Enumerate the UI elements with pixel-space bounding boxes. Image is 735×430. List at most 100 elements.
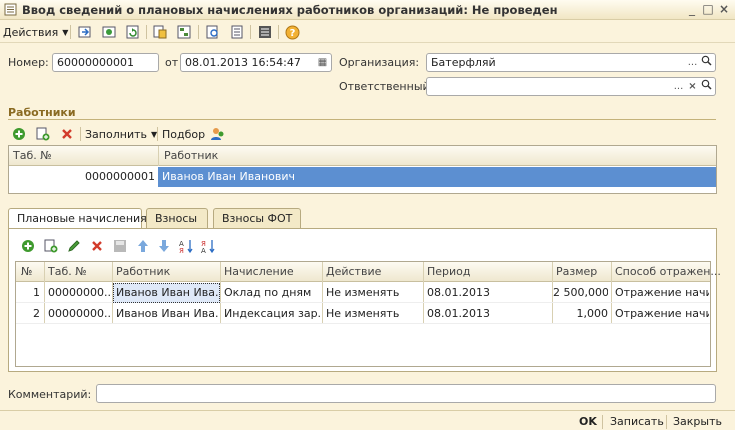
window-title: Ввод сведений о плановых начислениях раб…	[22, 3, 558, 17]
employee-name-cell: Иванов Иван Иванович	[162, 170, 295, 183]
column-header-tab-number[interactable]: Таб. №	[13, 149, 52, 162]
copy-row-button[interactable]	[34, 125, 52, 143]
amount-cell: 2 500,000	[553, 286, 608, 299]
post-icon	[102, 26, 116, 38]
pencil-icon	[68, 240, 80, 252]
sort-descending-button[interactable]: ЯA	[199, 237, 217, 255]
close-button[interactable]: Закрыть	[673, 415, 722, 428]
add-icon	[22, 240, 34, 252]
comment-label: Комментарий:	[8, 388, 92, 401]
amount-cell: 1,000	[576, 307, 609, 320]
actions-menu-label: Действия	[3, 25, 59, 39]
number-field[interactable]: 60000000001	[52, 53, 159, 72]
column-header-action[interactable]: Действие	[326, 265, 381, 278]
date-label: от	[165, 56, 179, 69]
select-ellipsis-button[interactable]: ...	[686, 55, 699, 70]
comment-field[interactable]	[96, 384, 716, 403]
tab-planned-accruals[interactable]: Плановые начисления	[8, 208, 147, 229]
actions-menu-button[interactable]: Действия ▼	[3, 23, 68, 41]
move-up-button[interactable]	[134, 237, 152, 255]
copy-document-icon	[153, 25, 167, 39]
structure-icon	[177, 25, 191, 39]
delete-row-button[interactable]	[58, 125, 76, 143]
help-button[interactable]: ?	[283, 23, 301, 41]
accrual-cell: Оклад по дням	[224, 286, 312, 299]
tab-number-cell: 00000000...	[48, 286, 110, 299]
column-header-row-number[interactable]: №	[21, 265, 32, 278]
planned-accruals-panel: AЯ ЯA № Таб. № Работник Начисление Дейст…	[8, 228, 721, 372]
structure-button[interactable]	[175, 23, 193, 41]
post-and-close-button[interactable]	[76, 23, 94, 41]
search-icon[interactable]	[700, 55, 713, 70]
document-window: Ввод сведений о плановых начислениях раб…	[0, 0, 735, 430]
table-row[interactable]: 2 00000000... Иванов Иван Ива... Индекса…	[16, 304, 710, 324]
employee-tab-number-cell: 0000000001	[85, 170, 155, 183]
responsible-field[interactable]: ... ×	[426, 77, 716, 96]
move-down-button[interactable]	[155, 237, 173, 255]
add-row-button[interactable]	[10, 125, 28, 143]
column-divider	[158, 146, 159, 166]
organization-field[interactable]: Батерфляй ...	[426, 53, 716, 72]
period-cell: 08.01.2013	[427, 307, 490, 320]
close-window-button[interactable]: ×	[716, 2, 732, 18]
maximize-button[interactable]: □	[700, 2, 716, 18]
sort-ascending-icon: AЯ	[179, 240, 193, 254]
column-header-employee[interactable]: Работник	[164, 149, 218, 162]
search-icon[interactable]	[700, 79, 713, 94]
preview-button[interactable]	[204, 23, 222, 41]
period-cell: 08.01.2013	[427, 286, 490, 299]
column-header-tab-number[interactable]: Таб. №	[48, 265, 87, 278]
copy-row-button[interactable]	[42, 237, 60, 255]
tab-payroll-contributions[interactable]: Взносы ФОТ	[213, 208, 301, 228]
reflection-method-cell: Отражение начи...	[615, 286, 709, 299]
column-header-amount[interactable]: Размер	[556, 265, 597, 278]
minimize-button[interactable]: _	[684, 2, 700, 18]
sort-ascending-button[interactable]: AЯ	[177, 237, 195, 255]
main-toolbar: Действия ▼ ?	[0, 21, 735, 43]
pick-employees-button[interactable]	[208, 125, 226, 143]
accruals-table: № Таб. № Работник Начисление Действие Пе…	[15, 261, 721, 367]
post-and-close-icon	[78, 26, 91, 38]
svg-text:Я: Я	[179, 247, 184, 254]
select-ellipsis-button[interactable]: ...	[672, 79, 685, 94]
employee-cell: Иванов Иван Ива...	[116, 307, 219, 320]
column-header-accrual[interactable]: Начисление	[224, 265, 294, 278]
column-header-period[interactable]: Период	[427, 265, 471, 278]
row-number-cell: 2	[33, 307, 40, 320]
arrow-up-icon	[138, 240, 148, 252]
add-icon	[13, 128, 25, 140]
date-field[interactable]: 08.01.2013 16:54:47 ▦	[180, 53, 332, 72]
save-button[interactable]: Записать	[610, 415, 664, 428]
toolbar-separator	[157, 127, 158, 141]
clear-icon[interactable]: ×	[686, 79, 699, 94]
column-header-employee[interactable]: Работник	[116, 265, 170, 278]
copy-button[interactable]	[151, 23, 169, 41]
footer-bar: OK Записать Закрыть	[0, 410, 735, 430]
fill-menu-button[interactable]: Заполнить ▼	[85, 125, 157, 143]
arrow-down-icon	[159, 240, 169, 252]
employees-toolbar: Заполнить ▼ Подбор	[8, 123, 308, 143]
post-button[interactable]	[100, 23, 118, 41]
delete-row-button[interactable]	[88, 237, 106, 255]
pick-button[interactable]: Подбор	[162, 125, 205, 143]
list-icon	[259, 26, 271, 38]
list-settings-button[interactable]	[256, 23, 274, 41]
tab-contributions[interactable]: Взносы	[146, 208, 208, 228]
edit-row-button[interactable]	[65, 237, 83, 255]
calendar-icon[interactable]: ▦	[316, 55, 329, 70]
table-row[interactable]: 0000000001 Иванов Иван Иванович	[9, 167, 716, 187]
print-button[interactable]	[228, 23, 246, 41]
refresh-button[interactable]	[124, 23, 142, 41]
add-row-button[interactable]	[19, 237, 37, 255]
end-edit-button[interactable]	[111, 237, 129, 255]
toolbar-separator	[70, 25, 71, 39]
magnifier-page-icon	[206, 25, 218, 39]
sort-descending-icon: ЯA	[201, 240, 215, 254]
toolbar-separator	[80, 127, 81, 141]
document-icon	[4, 3, 17, 16]
column-header-reflection-method[interactable]: Способ отражен...	[615, 265, 721, 278]
fill-label: Заполнить	[85, 127, 147, 141]
table-row[interactable]: 1 00000000... Иванов Иван Ива... Оклад п…	[16, 283, 710, 303]
ok-button[interactable]: OK	[579, 415, 597, 428]
help-icon: ?	[285, 25, 299, 39]
